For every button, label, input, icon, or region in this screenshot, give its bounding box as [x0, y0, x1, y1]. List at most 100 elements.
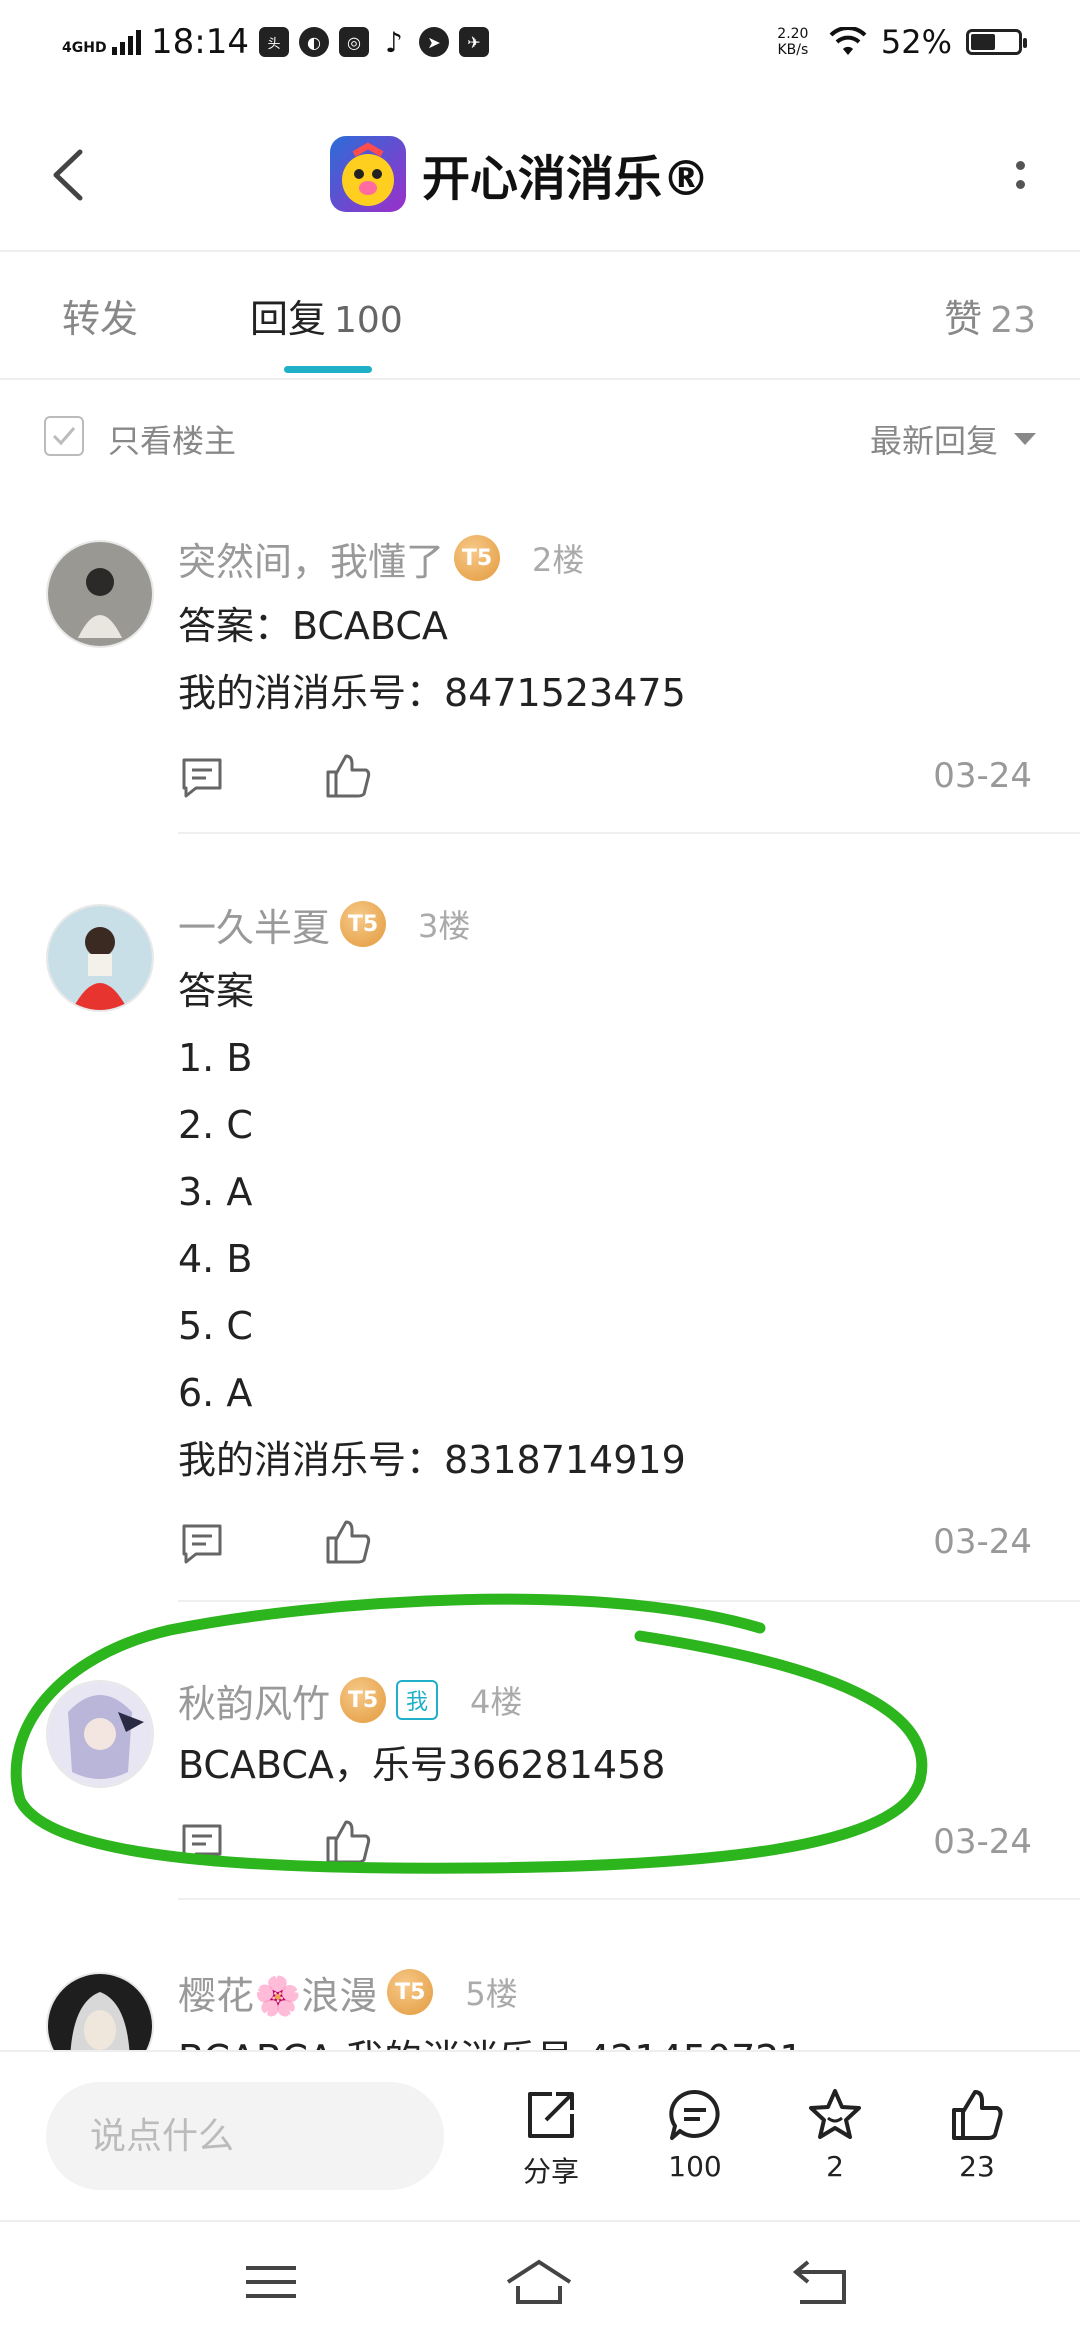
comment-count: 100: [668, 2150, 722, 2183]
avatar[interactable]: [46, 904, 154, 1012]
chat-app-icon: ◎: [338, 27, 369, 57]
comment-icon[interactable]: [178, 754, 226, 802]
star-count: 2: [826, 2150, 844, 2183]
avatar-image: [48, 1682, 152, 1786]
content-line: 3. A: [178, 1170, 253, 1214]
chevron-down-icon: [1014, 433, 1036, 445]
share-label: 分享: [522, 2155, 579, 2188]
tab-forward-label: 转发: [62, 297, 139, 341]
content-line: 4. B: [178, 1237, 253, 1281]
post-date: 03-24: [933, 756, 1032, 796]
post-content: 答案：BCABCA 我的消消乐号：8471523475: [178, 593, 686, 727]
battery-percent: 52%: [880, 23, 952, 61]
level-badge: T5: [340, 1677, 387, 1723]
status-left: 4GHD 18:14 头 ◐ ◎ ♪ ➤ ✈: [62, 18, 489, 66]
floor-number: 2楼: [532, 541, 585, 579]
content-line: 答案: [178, 969, 255, 1013]
game-logo: [330, 136, 406, 212]
name-row: 突然间，我懂了 T5 2楼: [178, 528, 584, 588]
battery-icon: [966, 29, 1027, 55]
back-icon[interactable]: [786, 2252, 856, 2312]
tab-like-label: 赞: [944, 297, 983, 341]
telegram-icon: ✈: [458, 27, 489, 57]
tab-forward[interactable]: 转发: [62, 288, 138, 343]
post-date: 03-24: [933, 1822, 1032, 1862]
avatar-image: [48, 906, 152, 1010]
tab-reply[interactable]: 回复 100: [250, 288, 403, 343]
network-speed: 2.20 KB/s: [777, 26, 809, 58]
avatar-image: [48, 1974, 152, 2050]
name-row: 一久半夏 T5 3楼: [178, 894, 470, 954]
bottom-action-bar: 分享 100 2 23: [0, 2050, 1080, 2222]
like-icon[interactable]: [322, 1516, 374, 1568]
chick-icon: [342, 142, 394, 206]
compass-icon: ➤: [418, 27, 449, 57]
username[interactable]: 突然间，我懂了: [178, 531, 444, 586]
comment-bubble-icon: [669, 2089, 720, 2140]
content-line: 5. C: [178, 1304, 253, 1348]
more-options-icon[interactable]: [1000, 140, 1040, 210]
toutiao-icon: 头: [258, 27, 289, 57]
comment-icon[interactable]: [178, 1820, 226, 1868]
tab-like-count: 23: [990, 300, 1036, 341]
status-right: 2.20 KB/s 52%: [771, 18, 1027, 66]
check-icon: [52, 427, 76, 446]
only-author-label[interactable]: 只看楼主: [108, 416, 236, 462]
title-wrap: 开心消消乐®: [330, 126, 710, 222]
sort-label: 最新回复: [869, 422, 998, 460]
floor-number: 3楼: [418, 907, 471, 945]
title-bar: 开心消消乐®: [0, 100, 1080, 252]
post-actions: 03-24: [178, 1520, 1038, 1580]
content-line: 6. A: [178, 1371, 253, 1415]
floor-number: 5楼: [465, 1975, 518, 2013]
content-line: 2. C: [178, 1103, 253, 1147]
avatar-image: [48, 542, 152, 646]
menu-icon[interactable]: [236, 2252, 306, 2312]
home-icon[interactable]: [504, 2252, 574, 2312]
share-button[interactable]: 分享: [496, 2086, 606, 2190]
back-arrow-icon[interactable]: [40, 140, 100, 210]
content-line: BCABCA 我的消消乐号 421450721: [178, 2026, 804, 2050]
level-badge: T5: [340, 901, 387, 947]
post-content: 答案 1. B 2. C 3. A 4. B 5. C 6. A 我的消消乐号：…: [178, 958, 686, 1494]
floor-number: 4楼: [470, 1683, 523, 1721]
divider: [178, 1600, 1080, 1602]
filter-row: 只看楼主 最新回复: [0, 400, 1080, 472]
favorite-button[interactable]: 2: [780, 2086, 890, 2183]
avatar[interactable]: [46, 540, 154, 648]
post-actions: 03-24: [178, 754, 1038, 814]
sort-dropdown[interactable]: 最新回复: [870, 416, 1036, 462]
only-author-checkbox[interactable]: [44, 416, 84, 456]
level-badge: T5: [387, 1969, 434, 2015]
content-line: 我的消消乐号：8318714919: [178, 1438, 686, 1482]
username[interactable]: 秋韵风竹: [178, 1673, 330, 1728]
tab-like[interactable]: 赞 23: [944, 288, 1036, 343]
like-button[interactable]: 23: [922, 2086, 1032, 2183]
tiktok-icon: ♪: [385, 25, 403, 59]
cellular-signal: 4GHD: [62, 29, 141, 55]
me-tag: 我: [396, 1680, 439, 1720]
network-type: 4GHD: [62, 40, 107, 56]
browser-icon: ◐: [298, 27, 329, 57]
like-count: 23: [959, 2150, 995, 2183]
like-icon[interactable]: [322, 1816, 374, 1868]
comment-count-button[interactable]: 100: [640, 2086, 750, 2183]
star-icon: [809, 2089, 861, 2139]
system-nav-bar: [0, 2220, 1080, 2342]
username[interactable]: 一久半夏: [178, 897, 330, 952]
avatar[interactable]: [46, 1972, 154, 2050]
avatar[interactable]: [46, 1680, 154, 1788]
level-badge: T5: [454, 535, 501, 581]
name-row: 樱花🌸浪漫 T5 5楼: [178, 1962, 518, 2022]
comment-icon[interactable]: [178, 1520, 226, 1568]
name-row: 秋韵风竹 T5 我 4楼: [178, 1670, 522, 1730]
content-line: BCABCA，乐号366281458: [178, 1743, 666, 1787]
reply-post: 秋韵风竹 T5 我 4楼 BCABCA，乐号366281458 03-24: [0, 1604, 1080, 1900]
content-line: 1. B: [178, 1036, 253, 1080]
reply-post: 突然间，我懂了 T5 2楼 答案：BCABCA 我的消消乐号：847152347…: [0, 500, 1080, 834]
like-icon[interactable]: [322, 750, 374, 802]
username[interactable]: 樱花🌸浪漫: [178, 1965, 377, 2020]
active-tab-indicator: [284, 366, 372, 373]
comment-input[interactable]: [46, 2082, 444, 2190]
post-content: BCABCA 我的消消乐号 421450721: [178, 2026, 804, 2050]
